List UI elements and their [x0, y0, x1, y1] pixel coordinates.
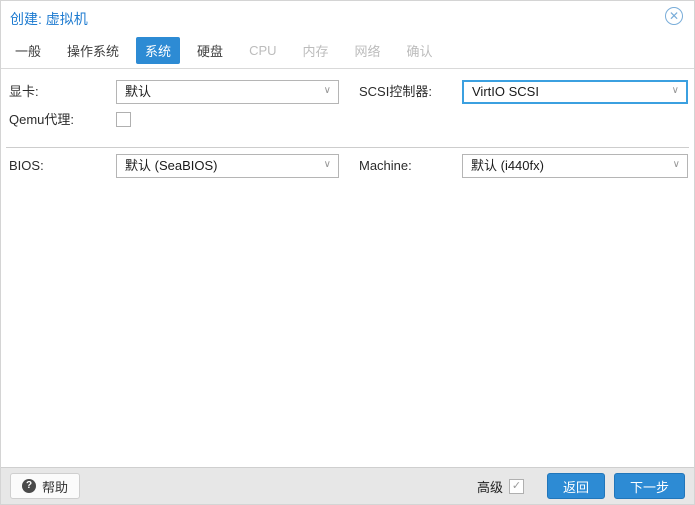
scsi-controller-select-value: VirtIO SCSI	[472, 84, 539, 99]
advanced-label: 高级	[476, 479, 503, 495]
scsi-controller-select[interactable]: VirtIO SCSI ∨	[462, 80, 688, 104]
next-button-label: 下一步	[629, 479, 669, 495]
dialog-header: 创建: 虚拟机 ✕	[1, 1, 694, 33]
help-icon: ?	[22, 479, 36, 493]
machine-select[interactable]: 默认 (i440fx) ∨	[462, 154, 688, 178]
qemu-agent-label: Qemu代理:	[9, 112, 75, 127]
tab-os[interactable]: 操作系统	[67, 37, 119, 64]
machine-select-value: 默认 (i440fx)	[471, 158, 544, 173]
graphics-select[interactable]: 默认 ∨	[116, 80, 339, 104]
dialog-footer: ? 帮助 高级 ✓ 返回 下一步	[1, 467, 694, 504]
scsi-controller-label: SCSI控制器:	[359, 84, 432, 99]
tab-system[interactable]: 系统	[136, 37, 181, 64]
back-button-label: 返回	[562, 479, 589, 495]
bios-label: BIOS:	[9, 158, 44, 173]
help-button[interactable]: ? 帮助	[10, 473, 81, 499]
chevron-down-icon: ∨	[671, 85, 679, 97]
advanced-checkbox[interactable]: ✓	[508, 478, 524, 494]
qemu-agent-checkbox[interactable]	[116, 112, 131, 127]
tab-memory: 内存	[302, 44, 329, 59]
machine-label: Machine:	[359, 158, 412, 173]
chevron-down-icon: ∨	[323, 85, 331, 97]
dialog-title: 创建: 虚拟机	[10, 11, 88, 27]
tab-network: 网络	[354, 44, 381, 59]
wizard-tabbar: 一般 操作系统 系统 硬盘 CPU 内存 网络 确认	[1, 33, 694, 69]
tab-general[interactable]: 一般	[15, 37, 41, 64]
tab-disks[interactable]: 硬盘	[197, 37, 223, 64]
back-button[interactable]: 返回	[546, 473, 605, 499]
section-divider	[6, 147, 689, 148]
bios-select[interactable]: 默认 (SeaBIOS) ∨	[116, 154, 339, 178]
chevron-down-icon: ∨	[672, 159, 680, 171]
tab-cpu: CPU	[249, 43, 277, 58]
create-vm-dialog: 创建: 虚拟机 ✕ 一般 操作系统 系统 硬盘 CPU 内存 网络 确认 显卡:…	[0, 0, 695, 505]
graphics-select-value: 默认	[125, 84, 152, 99]
help-button-label: 帮助	[42, 479, 69, 495]
next-button[interactable]: 下一步	[613, 473, 685, 499]
tab-confirm: 确认	[406, 44, 433, 59]
close-icon[interactable]: ✕	[665, 7, 683, 25]
bios-select-value: 默认 (SeaBIOS)	[125, 158, 218, 173]
graphics-label: 显卡:	[9, 84, 39, 99]
chevron-down-icon: ∨	[323, 159, 331, 171]
